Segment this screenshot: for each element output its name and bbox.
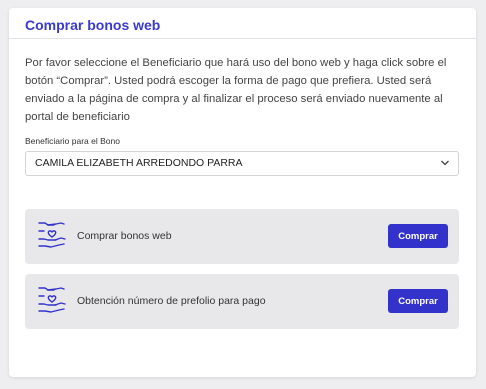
hand-heart-icon [36,284,68,321]
beneficiary-selected-value: CAMILA ELIZABETH ARREDONDO PARRA [35,157,243,169]
beneficiary-label: Beneficiario para el Bono [25,136,120,146]
buy-bonds-card: Comprar bonos web Por favor seleccione e… [9,8,476,377]
option-label: Obtención número de prefolio para pago [77,295,266,307]
hand-heart-icon [36,219,68,256]
card-header: Comprar bonos web [9,8,476,39]
chevron-down-icon [440,158,450,171]
beneficiary-select[interactable]: CAMILA ELIZABETH ARREDONDO PARRA [25,151,459,176]
option-prefolio-number: Obtención número de prefolio para pago C… [25,274,459,329]
instructions-text: Por favor seleccione el Beneficiario que… [25,57,447,123]
buy-button[interactable]: Comprar [388,224,448,248]
buy-button[interactable]: Comprar [388,289,448,313]
option-buy-web-bonds: Comprar bonos web Comprar [25,209,459,264]
option-label: Comprar bonos web [77,230,172,242]
page-title: Comprar bonos web [25,17,161,33]
